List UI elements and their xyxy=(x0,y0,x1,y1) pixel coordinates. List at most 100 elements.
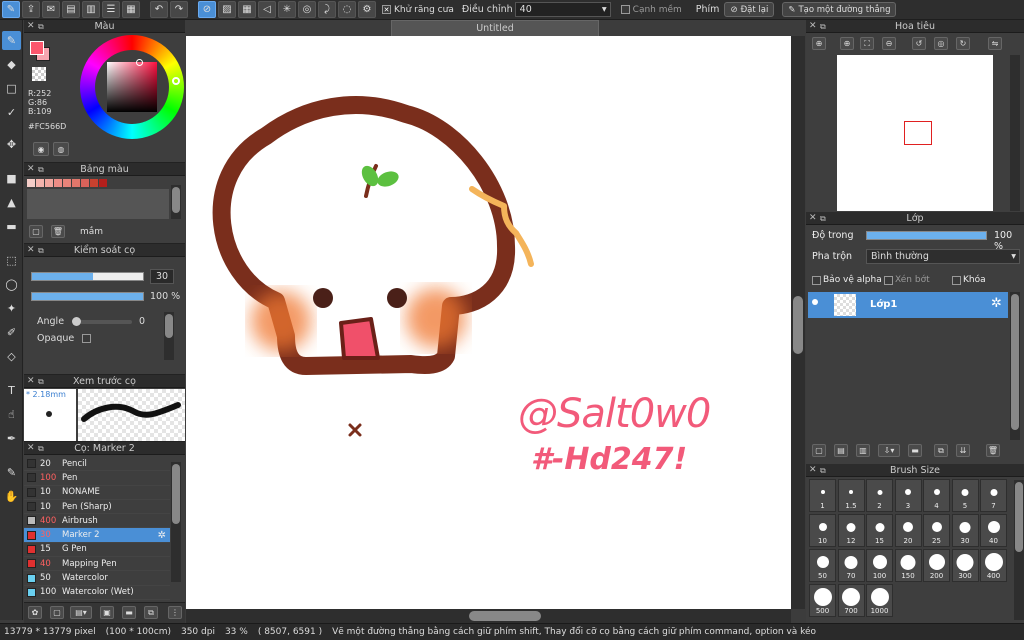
chat-icon[interactable]: ✉ xyxy=(42,1,60,18)
file-icon[interactable]: ▥ xyxy=(82,1,100,18)
hue-picker-handle[interactable] xyxy=(172,77,180,85)
brush-add-icon[interactable]: ✿ xyxy=(28,606,42,619)
palette-swatch[interactable] xyxy=(63,179,71,187)
popout-icon[interactable]: ⧉ xyxy=(820,20,826,33)
drawing-canvas[interactable]: @Salt0w0 #-Hd247! xyxy=(186,36,791,609)
brush-size-cell[interactable]: 1.5 xyxy=(837,479,865,512)
new-palette-icon[interactable]: ▢ xyxy=(29,225,43,238)
move-tool-icon[interactable]: ✥ xyxy=(2,135,21,154)
navigator-scrollbar[interactable] xyxy=(1010,55,1020,211)
close-icon[interactable]: ✕ xyxy=(809,464,817,477)
settings-snap-icon[interactable]: ⚙ xyxy=(358,1,376,18)
popout-icon[interactable]: ⧉ xyxy=(38,442,44,455)
brush-import-icon[interactable]: ▤▾ xyxy=(70,606,92,619)
zoom-in-icon[interactable]: ⊕ xyxy=(812,37,826,50)
close-icon[interactable]: ✕ xyxy=(27,442,35,455)
bucket-tool-icon[interactable]: ▲ xyxy=(2,193,21,212)
brush-list-item[interactable]: 10 Pen (Sharp) xyxy=(24,500,170,515)
close-icon[interactable]: ✕ xyxy=(27,375,35,388)
grid-snap-icon[interactable]: ▦ xyxy=(238,1,256,18)
brush-size-cell[interactable]: 70 xyxy=(837,549,865,582)
clip-toggle[interactable]: Xén bớt xyxy=(884,275,930,285)
brush-control-scrollbar[interactable] xyxy=(164,312,174,360)
grid-icon[interactable]: ▦ xyxy=(122,1,140,18)
brush-size-cell[interactable]: 400 xyxy=(980,549,1007,582)
brush-mode-icon[interactable]: ✎ xyxy=(2,1,20,18)
layer-list-scrollbar[interactable] xyxy=(1010,292,1020,440)
brush-list-item[interactable]: 40 Mapping Pen xyxy=(24,557,170,572)
brush-list-item[interactable]: 20 Pencil xyxy=(24,457,170,472)
merge-layer-icon[interactable]: ⇊ xyxy=(956,444,970,457)
check-tool-icon[interactable]: ✓ xyxy=(2,103,21,122)
brush-size-cell[interactable]: 30 xyxy=(951,514,979,547)
canvas-vertical-scrollbar[interactable] xyxy=(791,36,805,609)
flip-icon[interactable]: ⇋ xyxy=(988,37,1002,50)
brush-more-icon[interactable]: ⋮ xyxy=(168,606,182,619)
saturation-value-square[interactable] xyxy=(107,62,157,112)
opaque-checkbox[interactable] xyxy=(82,334,91,343)
brush-list-item[interactable]: 400 Airbrush xyxy=(24,514,170,529)
select-pen-tool-icon[interactable]: ✐ xyxy=(2,323,21,342)
brush-list-scrollbar[interactable] xyxy=(171,462,181,582)
brush-size-cell[interactable]: 7 xyxy=(980,479,1007,512)
protect-alpha-checkbox[interactable] xyxy=(812,275,821,285)
text-tool-icon[interactable]: T xyxy=(2,381,21,400)
brush-size-cell[interactable]: 150 xyxy=(894,549,922,582)
brush-size-cell[interactable]: 500 xyxy=(809,584,836,617)
main-color-swatch[interactable] xyxy=(30,41,44,55)
popout-icon[interactable]: ⧉ xyxy=(38,244,44,257)
brush-list-item[interactable]: 100 Pen xyxy=(24,471,170,486)
palette-swatch[interactable] xyxy=(27,179,35,187)
document-icon[interactable]: ▤ xyxy=(62,1,80,18)
sv-picker-handle[interactable] xyxy=(136,59,143,66)
reset-button[interactable]: ⊘ Đặt lại xyxy=(724,2,775,17)
layer-opacity-slider[interactable] xyxy=(866,231,987,240)
zoom-in-2-icon[interactable]: ⊕ xyxy=(840,37,854,50)
popout-icon[interactable]: ⧉ xyxy=(38,163,44,176)
lasso-tool-icon[interactable]: ◯ xyxy=(2,275,21,294)
brush-size-value[interactable]: 30 xyxy=(150,269,174,284)
brush-settings-icon[interactable]: ✲ xyxy=(158,530,166,541)
layer-folder-icon[interactable]: ▬ xyxy=(908,444,922,457)
delete-layer-icon[interactable]: 🗑 xyxy=(986,444,1000,457)
rectangle-tool-icon[interactable]: □ xyxy=(2,79,21,98)
new-layer-8bit-icon[interactable]: ▤ xyxy=(834,444,848,457)
magic-wand-tool-icon[interactable]: ✦ xyxy=(2,299,21,318)
rotate-reset-icon[interactable]: ◎ xyxy=(934,37,948,50)
color-history-icon[interactable]: ◍ xyxy=(53,142,69,156)
close-icon[interactable]: ✕ xyxy=(809,212,817,225)
layer-settings-icon[interactable]: ✲ xyxy=(991,296,1002,311)
eyedropper-tool-icon[interactable]: ✒ xyxy=(2,429,21,448)
palette-swatch[interactable] xyxy=(45,179,53,187)
brush-list-item[interactable]: 30 Marker 2 ✲ xyxy=(24,528,170,543)
close-icon[interactable]: ✕ xyxy=(27,20,35,33)
brush-size-cell[interactable]: 4 xyxy=(923,479,950,512)
export-icon[interactable]: ⇪ xyxy=(22,1,40,18)
palette-swatch[interactable] xyxy=(99,179,107,187)
undo-icon[interactable]: ↶ xyxy=(150,1,168,18)
close-icon[interactable]: ✕ xyxy=(27,244,35,257)
palette-swatch[interactable] xyxy=(72,179,80,187)
brush-size-cell[interactable]: 1 xyxy=(809,479,836,512)
brush-size-cell[interactable]: 200 xyxy=(923,549,950,582)
popout-icon[interactable]: ⧉ xyxy=(38,20,44,33)
operation-tool-icon[interactable]: ☝ xyxy=(2,405,21,424)
brush-size-cell[interactable]: 10 xyxy=(809,514,836,547)
redo-icon[interactable]: ↷ xyxy=(170,1,188,18)
brush-copy-icon[interactable]: ▣ xyxy=(100,606,114,619)
gradient-tool-icon[interactable]: ▬ xyxy=(2,217,21,236)
rotate-left-icon[interactable]: ↺ xyxy=(912,37,926,50)
hand-tool-icon[interactable]: ✋ xyxy=(2,487,21,506)
brush-size-cell[interactable]: 2 xyxy=(866,479,893,512)
popout-icon[interactable]: ⧉ xyxy=(38,375,44,388)
parallel-snap-icon[interactable]: ▨ xyxy=(218,1,236,18)
palette-area[interactable] xyxy=(27,189,169,219)
brush-size-slider[interactable] xyxy=(31,272,144,281)
duplicate-layer-icon[interactable]: ⧉ xyxy=(934,444,948,457)
close-icon[interactable]: ✕ xyxy=(27,163,35,176)
soft-edge-toggle[interactable]: Cạnh mềm xyxy=(620,5,682,15)
blend-mode-select[interactable]: Bình thường ▾ xyxy=(866,249,1020,264)
antialias-checkbox[interactable]: ✕ xyxy=(382,5,391,14)
palette-swatch[interactable] xyxy=(90,179,98,187)
navigator-preview[interactable] xyxy=(837,55,993,211)
